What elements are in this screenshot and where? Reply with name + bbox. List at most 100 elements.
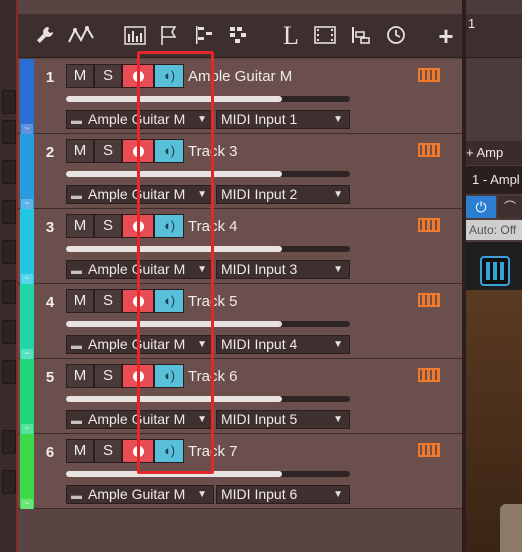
input-select[interactable]: MIDI Input 1 ▼ (216, 110, 350, 129)
power-icon[interactable]: ⏻ (466, 196, 496, 218)
strip-slot (2, 360, 16, 384)
record-icon (133, 446, 144, 457)
menu-icon: ▬ (71, 340, 82, 352)
instrument-keyboard-icon[interactable] (418, 443, 440, 457)
track-row[interactable]: ~ 1 M S ◖) Ample Guitar M ▬ Ample Guitar … (18, 59, 462, 134)
instrument-keyboard-icon[interactable] (418, 293, 440, 307)
marker-flag-icon[interactable] (158, 24, 180, 48)
solo-button[interactable]: S (94, 214, 122, 238)
solo-button[interactable]: S (94, 64, 122, 88)
input-select[interactable]: MIDI Input 3 ▼ (216, 260, 350, 279)
automation-mode-select[interactable]: Auto: Off (466, 220, 522, 240)
volume-fader[interactable] (66, 171, 350, 177)
speaker-icon: ◖) (162, 293, 176, 308)
add-track-button[interactable]: + (434, 23, 458, 49)
chevron-down-icon: ▼ (333, 339, 343, 350)
instrument-keyboard-icon[interactable] (418, 368, 440, 382)
monitor-button[interactable]: ◖) (154, 139, 184, 163)
record-arm-button[interactable] (122, 64, 154, 88)
monitor-button[interactable]: ◖) (154, 64, 184, 88)
instrument-name[interactable]: 1 - Ampl (466, 166, 522, 194)
chevron-down-icon: ▼ (197, 414, 207, 425)
monitor-button[interactable]: ◖) (154, 439, 184, 463)
listen-icon[interactable]: L (280, 23, 302, 49)
track-color-bar[interactable]: ~ (20, 359, 34, 434)
mute-button[interactable]: M (66, 289, 94, 313)
mute-button[interactable]: M (66, 64, 94, 88)
instrument-select[interactable]: ▬ Ample Guitar M ▼ (66, 335, 214, 354)
solo-button[interactable]: S (94, 289, 122, 313)
solo-button[interactable]: S (94, 364, 122, 388)
input-select[interactable]: MIDI Input 4 ▼ (216, 335, 350, 354)
add-plugin-button[interactable]: + Amp (466, 141, 522, 165)
grid-icon[interactable] (226, 24, 250, 48)
track-color-bar[interactable]: ~ (20, 284, 34, 359)
instrument-select[interactable]: ▬ Ample Guitar M ▼ (66, 410, 214, 429)
notes-icon[interactable] (194, 24, 218, 48)
track-row[interactable]: ~ 6 M S ◖) Track 7 ▬ Ample Guitar M ▼ MIDI… (18, 434, 462, 509)
record-arm-button[interactable] (122, 289, 154, 313)
track-color-bar[interactable]: ~ (20, 434, 34, 509)
track-color-bar[interactable]: ~ (20, 59, 34, 134)
record-arm-button[interactable] (122, 214, 154, 238)
input-select[interactable]: MIDI Input 5 ▼ (216, 410, 350, 429)
automation-icon[interactable] (66, 24, 98, 48)
instrument-keyboard-icon[interactable] (418, 218, 440, 232)
mute-button[interactable]: M (66, 139, 94, 163)
volume-fader[interactable] (66, 396, 350, 402)
input-select[interactable]: MIDI Input 2 ▼ (216, 185, 350, 204)
track-name[interactable]: Track 4 (188, 218, 237, 235)
mixer-icon[interactable] (122, 24, 148, 48)
track-name[interactable]: Ample Guitar M (188, 68, 292, 85)
track-color-bar[interactable]: ~ (20, 209, 34, 284)
record-arm-button[interactable] (122, 139, 154, 163)
input-select[interactable]: MIDI Input 6 ▼ (216, 485, 350, 504)
record-arm-button[interactable] (122, 364, 154, 388)
track-expand-icon[interactable]: ~ (21, 424, 33, 434)
track-name[interactable]: Track 7 (188, 443, 237, 460)
instrument-select[interactable]: ▬ Ample Guitar M ▼ (66, 185, 214, 204)
volume-fader[interactable] (66, 471, 350, 477)
monitor-button[interactable]: ◖) (154, 364, 184, 388)
track-row[interactable]: ~ 2 M S ◖) Track 3 ▬ Ample Guitar M ▼ MIDI… (18, 134, 462, 209)
track-name[interactable]: Track 6 (188, 368, 237, 385)
wrench-icon[interactable] (32, 24, 58, 48)
mute-button[interactable]: M (66, 439, 94, 463)
monitor-button[interactable]: ◖) (154, 214, 184, 238)
instrument-select-value: Ample Guitar M (88, 261, 186, 277)
instrument-keyboard-icon[interactable] (418, 68, 440, 82)
history-icon[interactable] (384, 24, 408, 48)
mute-button[interactable]: M (66, 214, 94, 238)
record-arm-button[interactable] (122, 439, 154, 463)
track-expand-icon[interactable]: ~ (21, 499, 33, 509)
scene-icon[interactable] (348, 24, 374, 48)
headphones-icon[interactable]: ⌒ (498, 196, 522, 218)
track-name[interactable]: Track 5 (188, 293, 237, 310)
speaker-icon: ◖) (162, 143, 176, 158)
volume-fader[interactable] (66, 246, 350, 252)
track-name[interactable]: Track 3 (188, 143, 237, 160)
instrument-select[interactable]: ▬ Ample Guitar M ▼ (66, 260, 214, 279)
video-icon[interactable] (312, 24, 338, 48)
instrument-select-value: Ample Guitar M (88, 186, 186, 202)
mute-button[interactable]: M (66, 364, 94, 388)
volume-fader[interactable] (66, 96, 350, 102)
solo-button[interactable]: S (94, 439, 122, 463)
track-expand-icon[interactable]: ~ (21, 349, 33, 359)
track-expand-icon[interactable]: ~ (21, 199, 33, 209)
track-row[interactable]: ~ 5 M S ◖) Track 6 ▬ Ample Guitar M ▼ MIDI… (18, 359, 462, 434)
monitor-button[interactable]: ◖) (154, 289, 184, 313)
track-expand-icon[interactable]: ~ (21, 274, 33, 284)
track-row[interactable]: ~ 3 M S ◖) Track 4 ▬ Ample Guitar M ▼ MIDI… (18, 209, 462, 284)
volume-fill (66, 96, 282, 102)
track-expand-icon[interactable]: ~ (21, 124, 33, 134)
instrument-select[interactable]: ▬ Ample Guitar M ▼ (66, 110, 214, 129)
instrument-keyboard-icon[interactable] (418, 143, 440, 157)
solo-button[interactable]: S (94, 139, 122, 163)
plugin-knob[interactable] (500, 504, 522, 552)
instrument-select[interactable]: ▬ Ample Guitar M ▼ (66, 485, 214, 504)
piano-icon[interactable] (480, 256, 510, 286)
track-color-bar[interactable]: ~ (20, 134, 34, 209)
volume-fader[interactable] (66, 321, 350, 327)
track-row[interactable]: ~ 4 M S ◖) Track 5 ▬ Ample Guitar M ▼ MIDI… (18, 284, 462, 359)
